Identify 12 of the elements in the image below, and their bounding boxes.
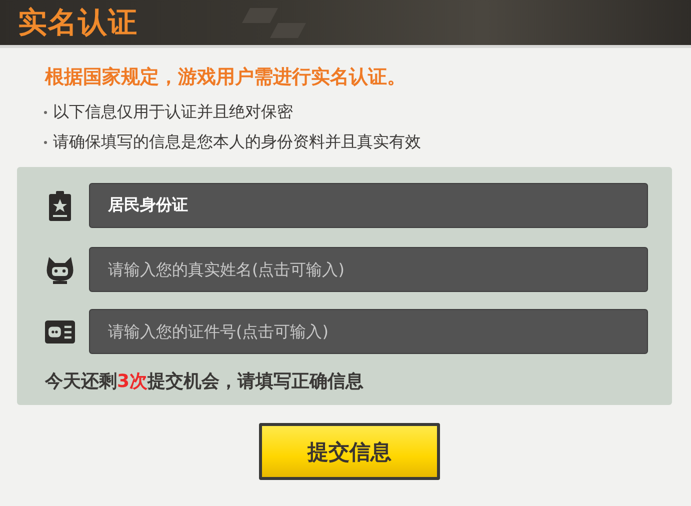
bullet-dot-icon xyxy=(44,111,47,114)
bullet-dot-icon xyxy=(44,141,47,144)
notice-text: 根据国家规定，游戏用户需进行实名认证。 xyxy=(45,65,407,90)
info-bullet: 以下信息仅用于认证并且绝对保密 xyxy=(53,102,293,123)
input-field[interactable]: 请输入您的证件号(点击可输入) xyxy=(89,309,648,354)
creature-face-icon xyxy=(45,254,75,284)
submit-button[interactable]: 提交信息 xyxy=(259,423,440,480)
window-title: 实名认证 xyxy=(18,4,138,40)
id-type-field[interactable]: 居民身份证 xyxy=(89,183,648,228)
input-field[interactable]: 请输入您的真实姓名(点击可输入) xyxy=(89,247,648,292)
info-bullet: 请确保填写的信息是您本人的身份资料并且真实有效 xyxy=(53,132,421,153)
attempts-message: 今天还剩3次提交机会，请填写正确信息 xyxy=(45,370,365,393)
